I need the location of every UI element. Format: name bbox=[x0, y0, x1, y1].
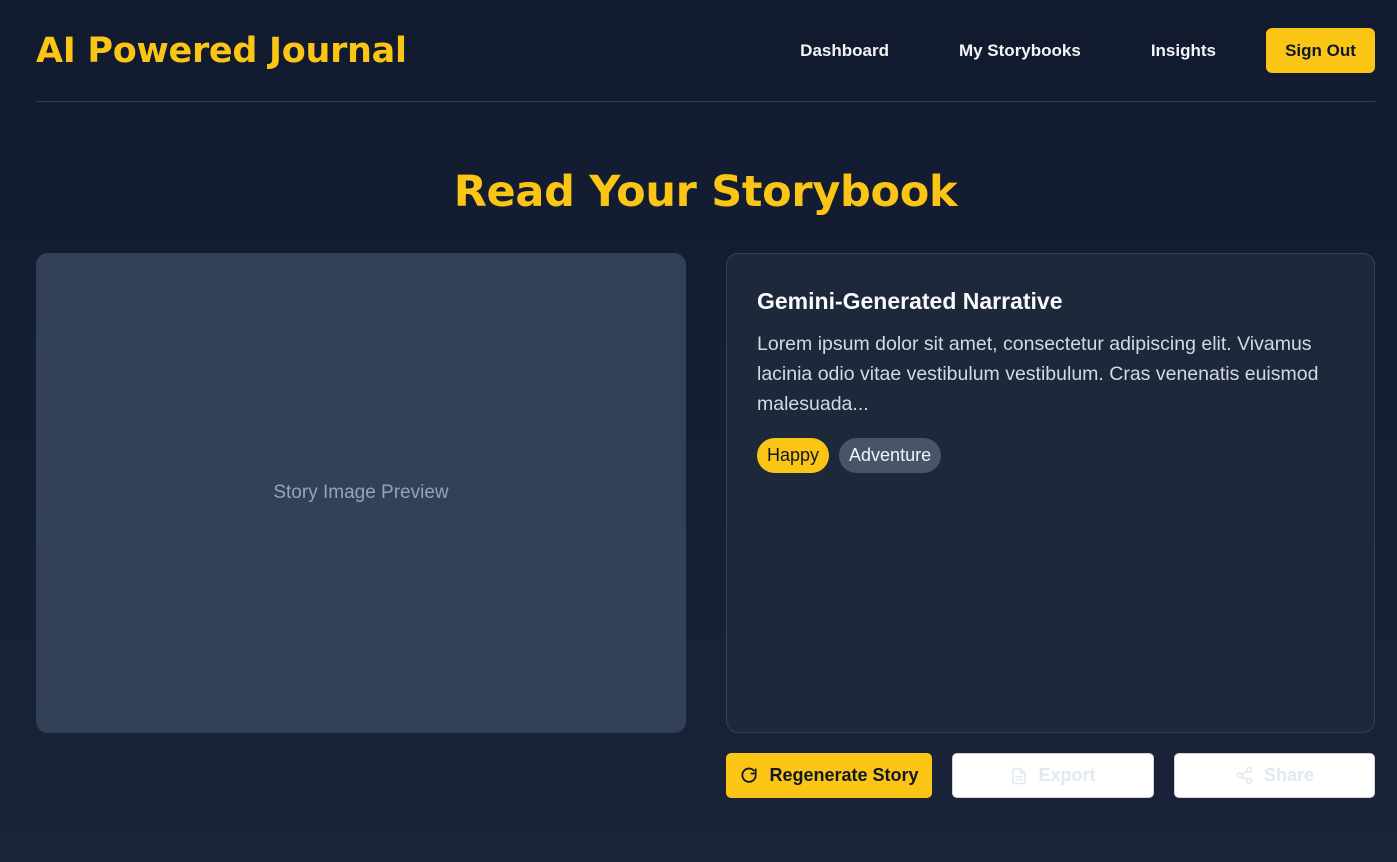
refresh-icon bbox=[741, 767, 758, 783]
share-button[interactable]: Share bbox=[1174, 753, 1375, 798]
header: AI Powered Journal Dashboard My Storyboo… bbox=[36, 0, 1375, 102]
story-actions: Regenerate Story Export Share bbox=[726, 753, 1375, 798]
nav-dashboard[interactable]: Dashboard bbox=[800, 41, 889, 61]
regenerate-label: Regenerate Story bbox=[769, 765, 919, 785]
story-text: Lorem ipsum dolor sit amet, consectetur … bbox=[757, 333, 1319, 415]
image-preview-label: Story Image Preview bbox=[273, 482, 449, 503]
story-card: Gemini-Generated Narrative Lorem ipsum d… bbox=[726, 253, 1375, 733]
regenerate-story-button[interactable]: Regenerate Story bbox=[726, 753, 932, 798]
story-tags: Happy Adventure bbox=[757, 438, 1344, 473]
page-title: Read Your Storybook bbox=[453, 167, 958, 217]
tag-happy[interactable]: Happy bbox=[757, 438, 830, 473]
export-label: Export bbox=[1038, 765, 1096, 785]
nav-insights[interactable]: Insights bbox=[1151, 41, 1216, 61]
sign-out-button[interactable]: Sign Out bbox=[1266, 28, 1375, 73]
export-button[interactable]: Export bbox=[952, 753, 1154, 798]
tag-adventure[interactable]: Adventure bbox=[839, 438, 942, 473]
nav-my-storybooks[interactable]: My Storybooks bbox=[959, 41, 1081, 61]
main-nav: Dashboard My Storybooks Insights Sign Ou… bbox=[800, 28, 1375, 73]
brand-logo[interactable]: AI Powered Journal bbox=[36, 31, 407, 71]
share-icon bbox=[1236, 766, 1253, 785]
share-label: Share bbox=[1263, 765, 1315, 785]
document-icon bbox=[1012, 767, 1027, 784]
story-title: Gemini-Generated Narrative bbox=[757, 288, 1063, 314]
story-image-preview: Story Image Preview bbox=[36, 253, 686, 733]
